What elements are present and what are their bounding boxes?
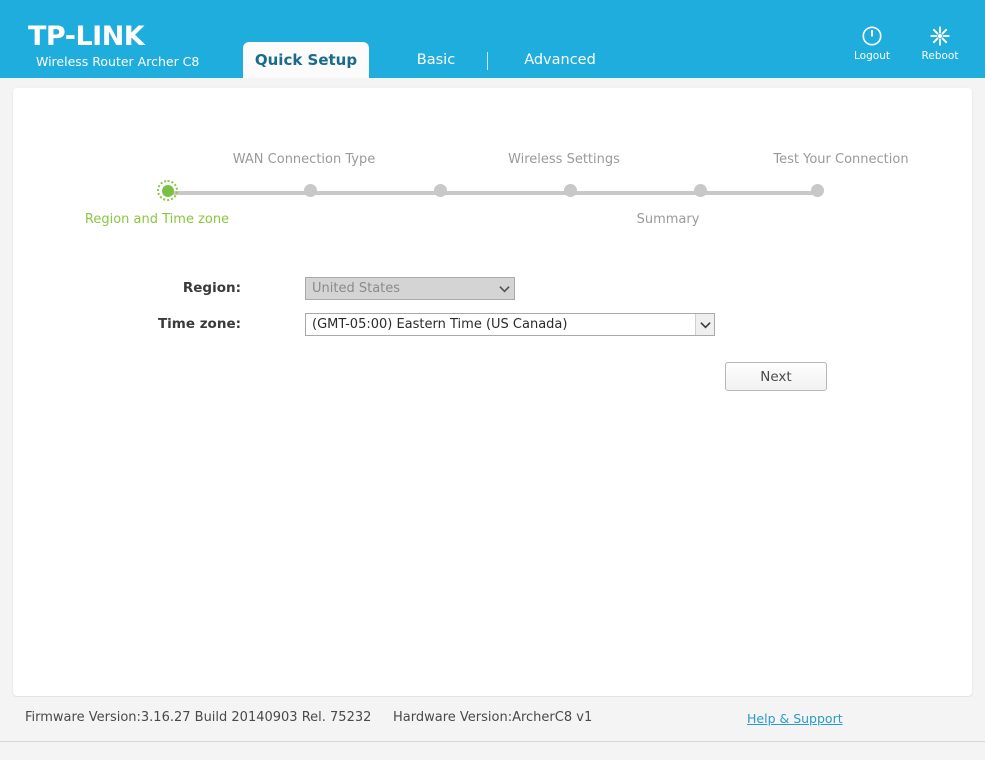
model-subtitle: Wireless Router Archer C8 [36, 54, 199, 70]
setup-progress-stepper: Region and Time zone WAN Connection Type… [13, 88, 972, 238]
tab-basic[interactable]: Basic [393, 42, 479, 78]
tab-basic-label: Basic [417, 52, 455, 68]
step-label-summary: Summary [568, 212, 768, 227]
next-button[interactable]: Next [725, 362, 827, 391]
stepper-track [164, 191, 817, 195]
logo-text: TP-LINK [28, 22, 199, 52]
page-header: TP-LINK Wireless Router Archer C8 Quick … [0, 0, 985, 78]
help-and-support-link[interactable]: Help & Support [747, 711, 843, 726]
reboot-button[interactable]: Reboot [917, 24, 963, 62]
step-label-wireless-settings: Wireless Settings [464, 152, 664, 167]
region-select[interactable]: United States [305, 277, 515, 300]
tab-quick-setup[interactable]: Quick Setup [243, 42, 369, 78]
brand-logo: TP-LINK Wireless Router Archer C8 [28, 22, 199, 70]
tab-advanced-label: Advanced [524, 52, 596, 68]
header-actions: Logout [849, 24, 963, 62]
chevron-down-icon [495, 278, 514, 299]
step-dot-region-and-time-zone[interactable] [157, 180, 178, 201]
content-panel: Region and Time zone WAN Connection Type… [13, 88, 972, 696]
step-dot-final[interactable] [811, 184, 824, 197]
logout-button[interactable]: Logout [849, 24, 895, 62]
logout-label: Logout [854, 50, 890, 62]
step-dot-wireless-settings[interactable] [434, 184, 447, 197]
region-select-value: United States [312, 281, 495, 296]
step-label-test-your-connection: Test Your Connection [741, 152, 941, 167]
region-label: Region: [13, 274, 241, 303]
page-footer: Firmware Version:3.16.27 Build 20140903 … [0, 697, 985, 742]
timezone-select[interactable]: (GMT-05:00) Eastern Time (US Canada) [305, 313, 715, 336]
chevron-down-icon [695, 314, 714, 335]
region-row: Region: United States [13, 274, 972, 303]
reboot-icon [929, 24, 951, 48]
timezone-select-value: (GMT-05:00) Eastern Time (US Canada) [312, 317, 695, 332]
tab-quick-setup-label: Quick Setup [255, 51, 357, 69]
region-timezone-form: Region: United States Time zone: (GMT-05… [13, 274, 972, 346]
step-label-wan-connection-type: WAN Connection Type [204, 152, 404, 167]
step-dot-wan-connection-type[interactable] [304, 184, 317, 197]
step-label-region-and-time-zone: Region and Time zone [57, 212, 257, 227]
timezone-label: Time zone: [13, 310, 241, 339]
step-dot-summary[interactable] [564, 184, 577, 197]
reboot-label: Reboot [922, 50, 959, 62]
tab-advanced[interactable]: Advanced [505, 42, 615, 78]
hardware-version: Hardware Version:ArcherC8 v1 [393, 710, 592, 725]
router-admin-page: TP-LINK Wireless Router Archer C8 Quick … [0, 0, 985, 760]
next-button-label: Next [760, 369, 791, 385]
step-dot-test-your-connection[interactable] [694, 184, 707, 197]
firmware-version: Firmware Version:3.16.27 Build 20140903 … [25, 710, 371, 725]
timezone-row: Time zone: (GMT-05:00) Eastern Time (US … [13, 310, 972, 339]
tab-separator [487, 52, 488, 70]
power-icon [861, 24, 883, 48]
